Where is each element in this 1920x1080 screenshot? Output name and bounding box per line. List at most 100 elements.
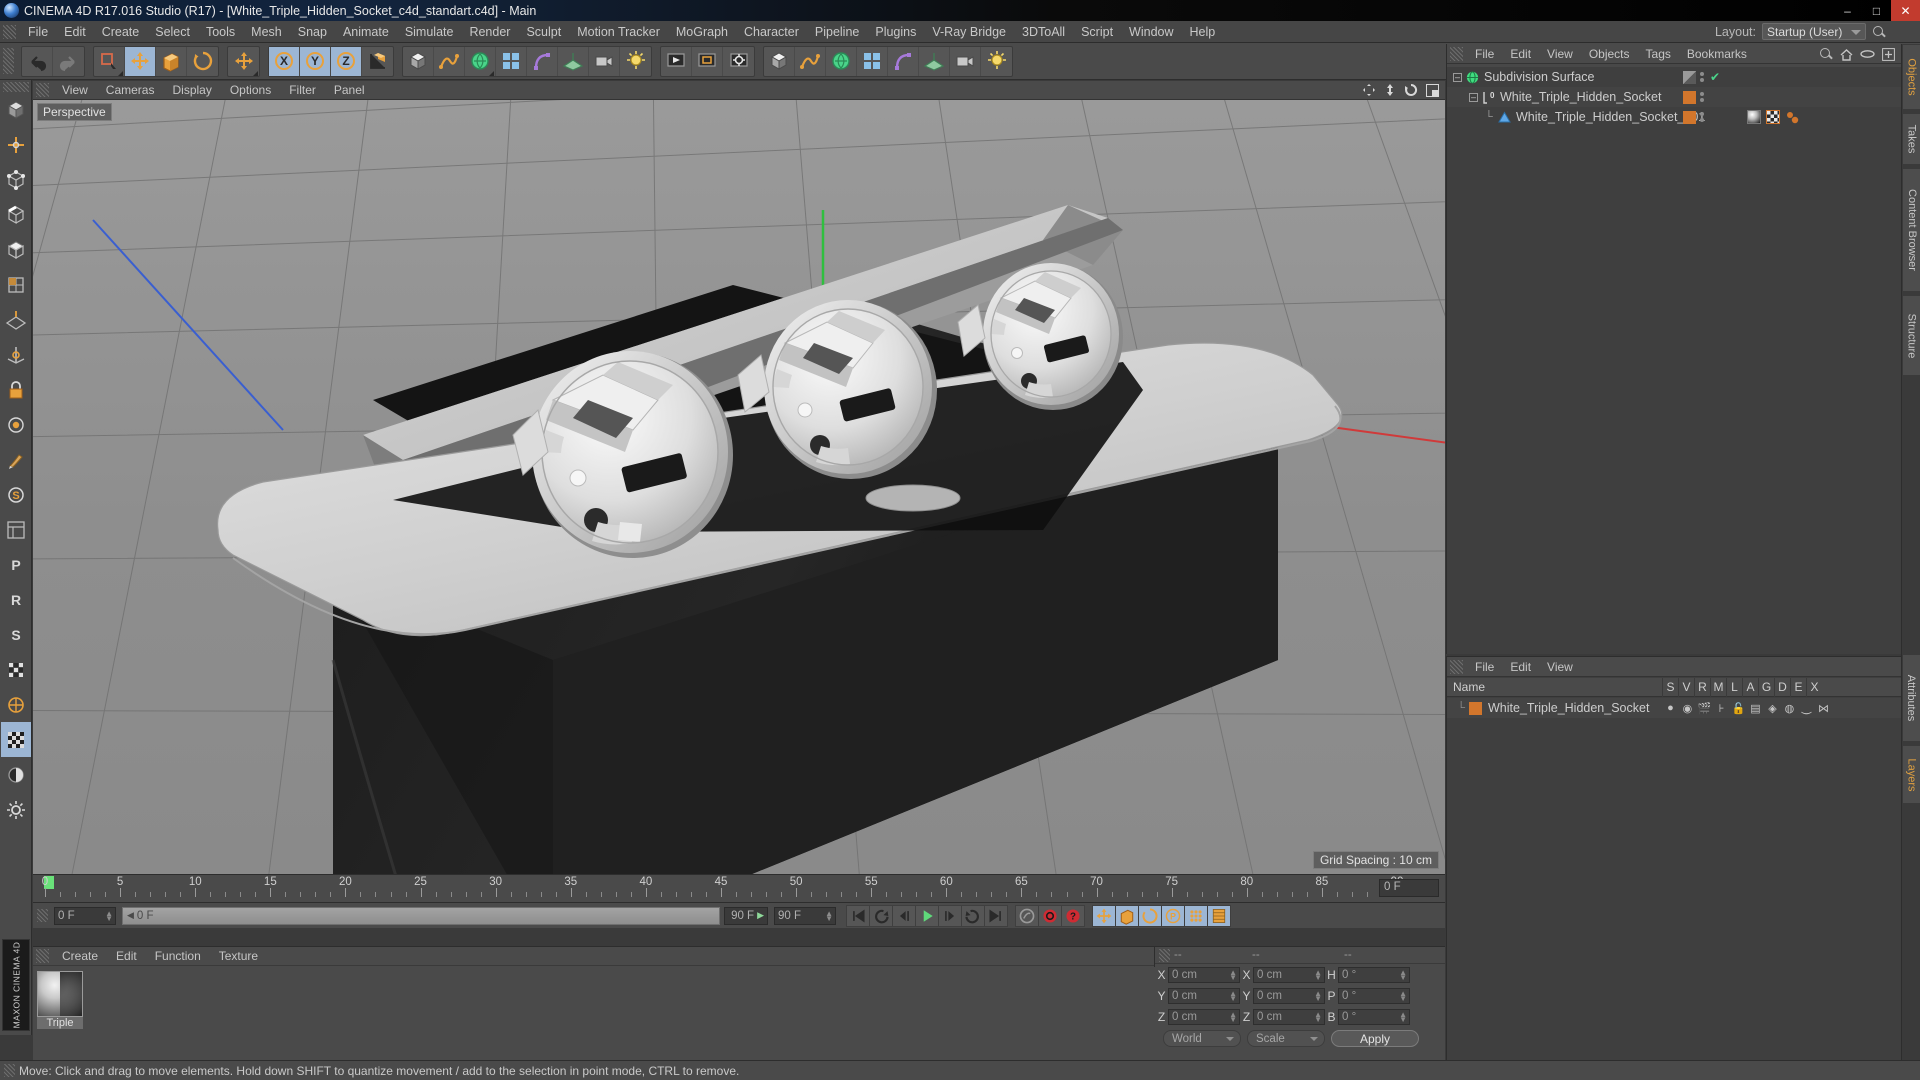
rotate-view-icon[interactable]: [1404, 83, 1418, 97]
menu-item-snap[interactable]: Snap: [290, 21, 335, 43]
maximize-button[interactable]: □: [1862, 0, 1891, 21]
side-tab-layers[interactable]: Layers: [1902, 745, 1920, 805]
menu-item-render[interactable]: Render: [461, 21, 518, 43]
scale-key-button[interactable]: [1115, 904, 1139, 927]
undo-button[interactable]: [22, 46, 53, 76]
object-menu-view[interactable]: View: [1539, 47, 1581, 61]
viewport-menu-panel[interactable]: Panel: [325, 83, 374, 97]
edge-mode-button[interactable]: [1, 197, 31, 232]
object-menu-file[interactable]: File: [1467, 47, 1502, 61]
autokey-button[interactable]: [1015, 904, 1039, 927]
material-menu-function[interactable]: Function: [146, 949, 210, 963]
next-keyframe-button[interactable]: [961, 904, 985, 927]
render-preview-button[interactable]: [1, 757, 31, 792]
workplane-mode-button[interactable]: [1, 302, 31, 337]
scale-tool-button[interactable]: [156, 46, 187, 76]
model-mode-button[interactable]: [1, 92, 31, 127]
size-field-X[interactable]: 0 cm ▲ ▼: [1253, 967, 1325, 983]
object-axis-mode-button[interactable]: [1, 127, 31, 162]
expand-corner-icon[interactable]: [489, 70, 494, 76]
viewport-3d-canvas[interactable]: Perspective Grid Spacing: 10 cm: [33, 100, 1445, 874]
material-menu-edit[interactable]: Edit: [107, 949, 146, 963]
layer-menu-view[interactable]: View: [1539, 660, 1581, 674]
layout-dropdown[interactable]: Startup (User): [1762, 23, 1866, 40]
close-button[interactable]: ✕: [1891, 0, 1920, 21]
material-tag-icon[interactable]: [1747, 110, 1761, 124]
visibility-dots-icon[interactable]: [1700, 72, 1704, 82]
parameter-key-button[interactable]: P: [1161, 904, 1185, 927]
rotation-field-B[interactable]: 0 ° ▲ ▼: [1338, 1009, 1410, 1025]
viewport-solo-button[interactable]: S: [1, 477, 31, 512]
move-axis-button[interactable]: [228, 47, 259, 76]
maximize-view-icon[interactable]: [1426, 83, 1439, 97]
position-field-Y[interactable]: 0 cm ▲ ▼: [1168, 988, 1240, 1004]
menu-item-tools[interactable]: Tools: [198, 21, 243, 43]
object-row[interactable]: – Subdivision Surface ✔: [1447, 67, 1902, 87]
step-forward-button[interactable]: [938, 904, 962, 927]
redo-button[interactable]: [53, 47, 84, 76]
manager-icon[interactable]: ⊦: [1714, 702, 1728, 715]
polygon-mode-button[interactable]: [1, 232, 31, 267]
position-field-Z[interactable]: 0 cm ▲ ▼: [1168, 1009, 1240, 1025]
subdivision-surface-button[interactable]: [826, 46, 857, 76]
menu-item-edit[interactable]: Edit: [56, 21, 94, 43]
floor-environment-button[interactable]: [558, 46, 589, 76]
drag-grip-icon[interactable]: [36, 949, 49, 963]
light-object-button[interactable]: [981, 47, 1012, 76]
animation-icon[interactable]: ▤: [1748, 702, 1762, 715]
side-tab-attributes[interactable]: Attributes: [1902, 654, 1920, 742]
live-selection-button[interactable]: [94, 46, 125, 76]
column-r[interactable]: R: [1694, 677, 1710, 697]
viewport-menu-options[interactable]: Options: [221, 83, 280, 97]
visibility-dots-icon[interactable]: [1700, 112, 1704, 122]
selection-tag-icon[interactable]: [1785, 110, 1799, 124]
layer-menu-edit[interactable]: Edit: [1502, 660, 1539, 674]
menu-item-motion-tracker[interactable]: Motion Tracker: [569, 21, 668, 43]
expression-icon[interactable]: ⏝: [1799, 702, 1813, 715]
expand-corner-icon[interactable]: [118, 70, 123, 76]
menu-item-select[interactable]: Select: [147, 21, 198, 43]
minimize-button[interactable]: –: [1833, 0, 1862, 21]
settings-gear-button[interactable]: [1, 792, 31, 827]
material-menu-create[interactable]: Create: [53, 949, 107, 963]
viewport-menu-view[interactable]: View: [53, 83, 97, 97]
spinner-icon[interactable]: ▲ ▼: [1399, 1011, 1407, 1024]
soft-selection-button[interactable]: [1, 407, 31, 442]
column-m[interactable]: M: [1710, 677, 1726, 697]
sphere-preview-icon[interactable]: [37, 971, 83, 1017]
object-row[interactable]: – 0 White_Triple_Hidden_Socket: [1447, 87, 1902, 107]
layer-color-swatch[interactable]: [1469, 701, 1482, 715]
nurbs-generator-button[interactable]: [465, 46, 496, 76]
timeline-ruler-panel[interactable]: 051015202530354045505560657075808590 0 F: [33, 874, 1445, 902]
brush-tool-button[interactable]: [1, 442, 31, 477]
column-d[interactable]: D: [1774, 677, 1790, 697]
lock-x-button[interactable]: X: [269, 46, 300, 76]
current-frame-field[interactable]: 0 F ▲ ▼: [54, 906, 116, 925]
menu-item-sculpt[interactable]: Sculpt: [518, 21, 569, 43]
render-region-button[interactable]: [692, 46, 723, 76]
spinner-icon[interactable]: ▲ ▼: [1229, 969, 1237, 982]
layer-color-tag[interactable]: [1683, 110, 1696, 124]
menu-item-3dtoall[interactable]: 3DToAll: [1014, 21, 1073, 43]
rotate-tool-button[interactable]: [187, 47, 218, 76]
layer-menu-file[interactable]: File: [1467, 660, 1502, 674]
layer-color-tag[interactable]: [1683, 70, 1696, 84]
menu-item-pipeline[interactable]: Pipeline: [807, 21, 867, 43]
lock-z-button[interactable]: Z: [331, 46, 362, 76]
range-end-button[interactable]: 90 F ▶: [724, 906, 768, 925]
layout-mode-button[interactable]: [1, 512, 31, 547]
spinner-icon[interactable]: ▲ ▼: [1314, 1011, 1322, 1024]
rotation-field-P[interactable]: 0 ° ▲ ▼: [1338, 988, 1410, 1004]
layer-color-tag[interactable]: [1683, 90, 1696, 104]
light-button[interactable]: [620, 47, 651, 76]
texture-mode-button[interactable]: [1, 267, 31, 302]
world-object-coord-button[interactable]: [362, 47, 393, 76]
object-menu-bookmarks[interactable]: Bookmarks: [1679, 47, 1755, 61]
go-to-end-button[interactable]: [984, 904, 1008, 927]
search-icon[interactable]: [1819, 47, 1833, 61]
material-list[interactable]: Triple: [33, 967, 1155, 1061]
bend-deformer-button[interactable]: [527, 46, 558, 76]
spinner-icon[interactable]: ▲ ▼: [1229, 990, 1237, 1003]
drag-grip-icon[interactable]: [2, 82, 29, 92]
column-x[interactable]: X: [1806, 677, 1822, 697]
